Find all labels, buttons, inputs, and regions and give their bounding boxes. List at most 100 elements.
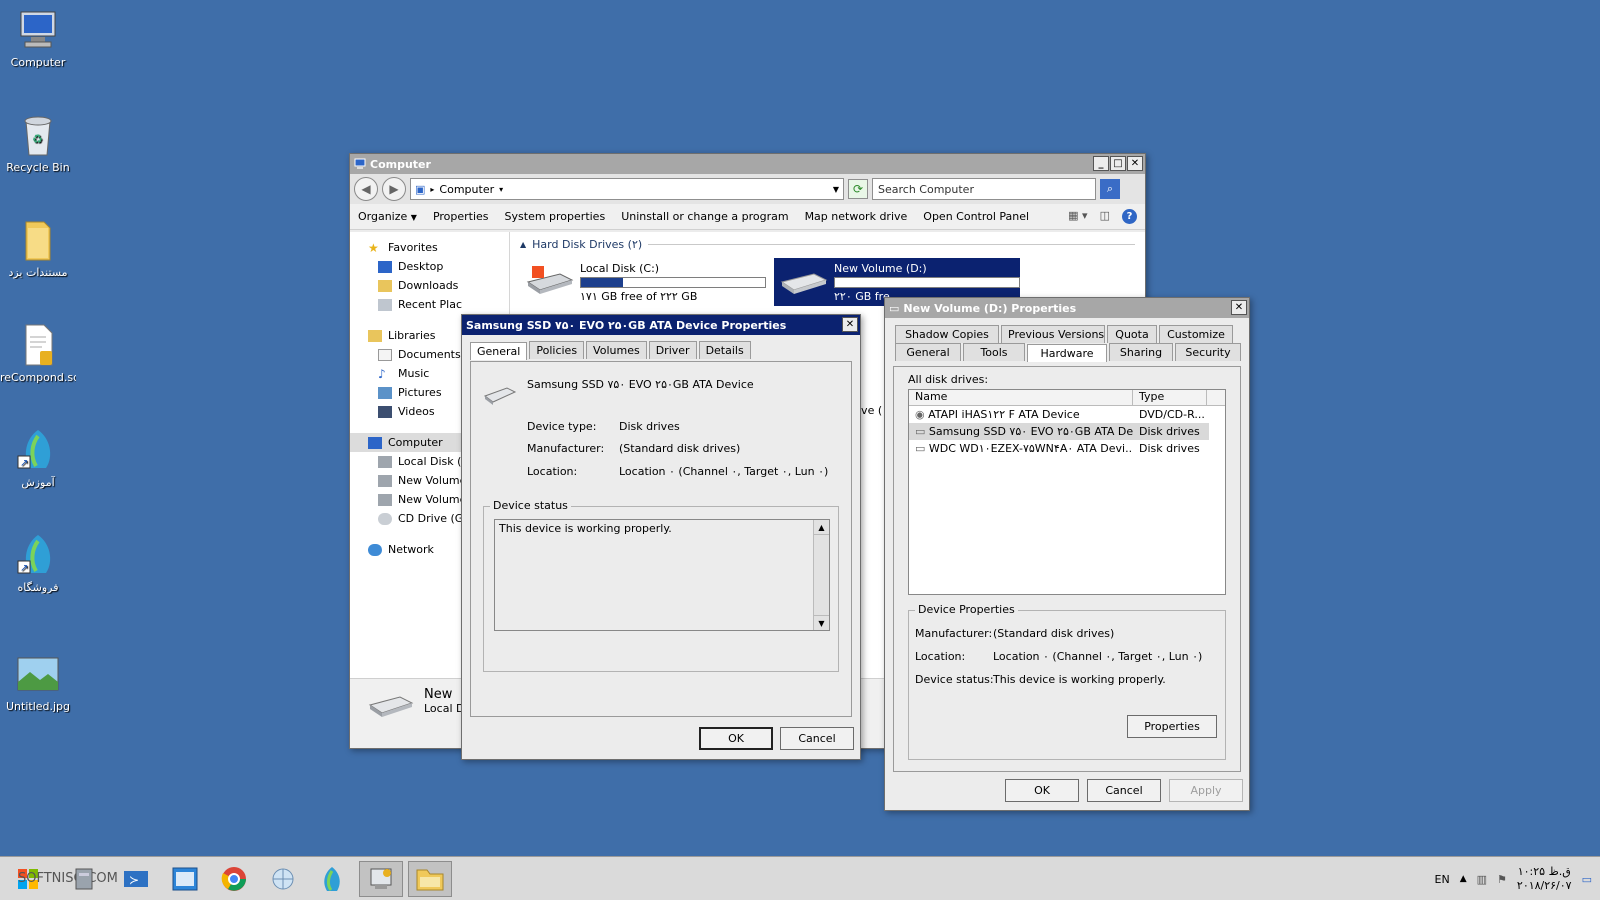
scroll-up-icon[interactable]: ▲ (814, 520, 829, 535)
nav-label: New Volume (398, 493, 467, 506)
ok-button[interactable]: OK (699, 727, 773, 750)
svg-text:≻: ≻ (129, 873, 139, 887)
scrollbar[interactable]: ▲ ▼ (813, 520, 829, 630)
close-button[interactable]: ✕ (1127, 156, 1143, 171)
cancel-button[interactable]: Cancel (1087, 779, 1161, 802)
minimize-button[interactable]: _ (1093, 156, 1109, 171)
table-row[interactable]: ▭ WDC WD۱۰EZEX-۷۵WN۴A۰ ATA Devi... Disk … (909, 440, 1225, 457)
videos-icon (378, 405, 392, 418)
nav-favorites[interactable]: ★ Favorites (350, 238, 509, 257)
desktop-icon-image[interactable]: Untitled.jpg (0, 652, 76, 713)
action-center-flag-icon[interactable]: ⚑ (1497, 873, 1507, 886)
forward-button[interactable]: ▶ (382, 177, 406, 201)
chevron-down-icon: ▾ (499, 184, 504, 194)
search-input[interactable]: Search Computer (872, 178, 1096, 200)
tab-previous-versions[interactable]: Previous Versions (1001, 325, 1105, 343)
language-indicator[interactable]: EN (1435, 873, 1450, 886)
properties-button[interactable]: Properties (433, 210, 489, 223)
preview-pane-icon[interactable]: ◫ (1100, 209, 1110, 224)
system-properties-button[interactable]: System properties (505, 210, 606, 223)
desktop-icon-shortcut-store[interactable]: ↗ فروشگاه (0, 533, 76, 594)
cancel-button[interactable]: Cancel (780, 727, 854, 750)
nav-downloads[interactable]: Downloads (350, 276, 509, 295)
uninstall-program-button[interactable]: Uninstall or change a program (621, 210, 788, 223)
address-bar[interactable]: ▣ ▸ Computer ▾ ▼ (410, 178, 844, 200)
tab-shadow-copies[interactable]: Shadow Copies (895, 325, 999, 343)
drive-tile-c[interactable]: Local Disk (C:) ۱۷۱ GB free of ۲۲۲ GB (520, 258, 766, 306)
close-button[interactable]: ✕ (842, 317, 858, 332)
ok-button[interactable]: OK (1005, 779, 1079, 802)
refresh-button[interactable]: ⟳ (848, 179, 868, 199)
help-icon[interactable]: ? (1122, 209, 1137, 224)
dialog-titlebar[interactable]: ▭ New Volume (D:) Properties ✕ (885, 298, 1249, 318)
disk-drive-list[interactable]: Name Type ◉ ATAPI iHAS۱۲۲ F ATA Device D… (908, 389, 1226, 595)
nav-label: New Volume (398, 474, 467, 487)
desktop-icon-folder[interactable]: مستندات یزد (0, 218, 76, 279)
tab-sharing[interactable]: Sharing (1109, 343, 1173, 361)
tab-customize[interactable]: Customize (1159, 325, 1233, 343)
partial-drive-label: ive ( (858, 404, 883, 417)
tab-security[interactable]: Security (1175, 343, 1241, 361)
desktop-icon-label: Recycle Bin (6, 161, 70, 174)
taskbar-app[interactable] (163, 861, 207, 897)
location-value: Location ۰ (Channel ۰, Target ۰, Lun ۰) (993, 650, 1203, 663)
back-button[interactable]: ◀ (354, 177, 378, 201)
breadcrumb[interactable]: Computer (439, 183, 494, 196)
taskbar-powershell[interactable]: ≻ (114, 861, 158, 897)
show-hidden-icons-icon[interactable]: ▲ (1460, 874, 1467, 884)
close-button[interactable]: ✕ (1231, 300, 1247, 315)
nav-desktop[interactable]: Desktop (350, 257, 509, 276)
taskbar-app-shortcut[interactable] (310, 861, 354, 897)
maximize-button[interactable]: □ (1110, 156, 1126, 171)
properties-button[interactable]: Properties (1127, 715, 1217, 738)
apply-button[interactable]: Apply (1169, 779, 1243, 802)
device-status-textbox[interactable]: This device is working properly. ▲ ▼ (494, 519, 830, 631)
show-desktop-icon[interactable]: ▭ (1582, 873, 1592, 886)
tab-policies[interactable]: Policies (529, 341, 585, 359)
nav-label: Recent Plac (398, 298, 462, 311)
explorer-titlebar[interactable]: Computer _ □ ✕ (350, 154, 1145, 174)
taskbar: SOFTNISO.COM ≻ EN ▲ ▥ ⚑ ۱۰:۲۵ ق.ظ ۲۰۱۸/۲… (0, 856, 1600, 900)
tab-general[interactable]: General (470, 342, 528, 360)
tab-details[interactable]: Details (698, 341, 751, 359)
taskbar-network-tool[interactable] (261, 861, 305, 897)
taskbar-explorer[interactable] (408, 861, 452, 897)
nav-recent-places[interactable]: Recent Plac (350, 295, 509, 314)
taskbar-device-manager[interactable] (359, 861, 403, 897)
address-dropdown-icon[interactable]: ▼ (833, 185, 839, 194)
svg-text:♻: ♻ (32, 132, 43, 146)
view-options-icon[interactable]: ▦ ▾ (1068, 209, 1087, 224)
open-control-panel-button[interactable]: Open Control Panel (923, 210, 1029, 223)
desktop-icon-label: reCompond.sql (0, 371, 76, 384)
downloads-folder-icon (378, 279, 392, 292)
network-status-icon[interactable]: ▥ (1477, 873, 1487, 886)
taskbar-server-manager[interactable] (62, 861, 106, 897)
table-row[interactable]: ▭ Samsung SSD ۷۵۰ EVO ۲۵۰GB ATA De... Di… (909, 423, 1209, 440)
column-name[interactable]: Name (909, 390, 1133, 405)
organize-button[interactable]: Organize ▼ (358, 210, 417, 223)
volume-properties-dialog[interactable]: ▭ New Volume (D:) Properties ✕ Shadow Co… (884, 297, 1250, 811)
search-icon[interactable]: ⌕ (1100, 179, 1120, 199)
table-row[interactable]: ◉ ATAPI iHAS۱۲۲ F ATA Device DVD/CD-R... (909, 406, 1225, 423)
device-properties-dialog[interactable]: Samsung SSD ۷۵۰ EVO ۲۵۰GB ATA Device Pro… (461, 314, 861, 760)
desktop-icon-computer[interactable]: Computer (0, 8, 76, 69)
clock[interactable]: ۱۰:۲۵ ق.ظ ۲۰۱۸/۲۶/۰۷ (1517, 865, 1572, 893)
tab-strip-row-2: General Tools Hardware Sharing Security (885, 343, 1249, 362)
dialog-titlebar[interactable]: Samsung SSD ۷۵۰ EVO ۲۵۰GB ATA Device Pro… (462, 315, 860, 335)
tab-hardware[interactable]: Hardware (1027, 344, 1107, 362)
tab-tools[interactable]: Tools (963, 343, 1025, 361)
map-network-drive-button[interactable]: Map network drive (805, 210, 908, 223)
scroll-down-icon[interactable]: ▼ (814, 615, 829, 630)
tab-quota[interactable]: Quota (1107, 325, 1157, 343)
hard-disk-drives-group[interactable]: ▲ Hard Disk Drives (۲) (520, 238, 1135, 251)
taskbar-chrome[interactable] (212, 861, 256, 897)
hard-drive-icon (780, 273, 828, 294)
tab-driver[interactable]: Driver (648, 341, 697, 359)
tab-general[interactable]: General (895, 343, 961, 361)
desktop-icon-sql-file[interactable]: reCompond.sql (0, 323, 76, 384)
tab-volumes[interactable]: Volumes (586, 341, 647, 359)
powershell-icon: ≻ (124, 871, 148, 887)
column-type[interactable]: Type (1133, 390, 1207, 405)
desktop-icon-shortcut-training[interactable]: ↗ آموزش (0, 428, 76, 489)
desktop-icon-recycle-bin[interactable]: ♻ Recycle Bin (0, 113, 76, 174)
